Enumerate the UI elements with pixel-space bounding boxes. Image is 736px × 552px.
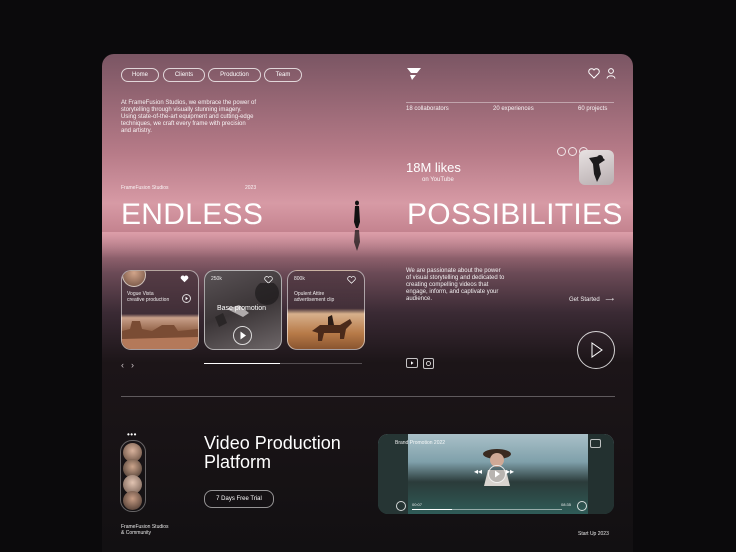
horizon-glow xyxy=(102,232,633,258)
heart-icon[interactable] xyxy=(588,68,600,79)
community-label: FrameFusion Studios & Community xyxy=(121,524,169,536)
video-card[interactable]: Vogue Vista creative production xyxy=(121,270,199,350)
community-avatars[interactable] xyxy=(120,440,146,512)
likes-count: 18M likes xyxy=(406,160,461,175)
footer-startup: Start Up 2023 xyxy=(578,531,609,537)
video-progress-fill xyxy=(412,509,452,510)
intro-text: At FrameFusion Studios, we embrace the p… xyxy=(121,100,257,134)
carousel-progress xyxy=(204,363,280,364)
hero-right-word: POSSIBILITIES xyxy=(407,198,623,231)
hero-left-word: ENDLESS xyxy=(121,198,264,231)
studio-name: FrameFusion Studios xyxy=(121,185,169,191)
sound-icon[interactable] xyxy=(396,501,406,511)
stat-experiences: 20 experiences xyxy=(493,106,534,112)
youtube-icon[interactable] xyxy=(406,358,418,368)
carousel-prev-icon[interactable]: ‹ xyxy=(121,360,124,370)
settings-icon[interactable] xyxy=(577,501,587,511)
carousel-next-icon[interactable]: › xyxy=(131,360,134,370)
video-card[interactable]: 250k Base promotion xyxy=(204,270,282,350)
stat-projects: 60 projects xyxy=(578,106,608,112)
play-button[interactable] xyxy=(233,326,252,345)
nav-clients[interactable]: Clients xyxy=(163,68,205,82)
get-started-link[interactable]: Get Started ⟶ xyxy=(569,297,614,304)
heart-icon[interactable] xyxy=(180,275,189,283)
card-count: 250k xyxy=(211,276,222,282)
play-button[interactable] xyxy=(577,331,615,369)
video-label: Brand Promotion 2022 xyxy=(395,440,446,446)
horse-rider-image xyxy=(312,315,352,341)
avatar xyxy=(122,271,146,287)
nav-team[interactable]: Team xyxy=(264,68,302,82)
play-icon[interactable] xyxy=(182,294,191,303)
card-title: Opulent Attire advertisement clip xyxy=(294,291,335,303)
platform-title: Video Production Platform xyxy=(204,434,341,472)
arrow-right-icon: ⟶ xyxy=(605,297,614,303)
more-dots-icon[interactable]: ••• xyxy=(127,430,137,439)
heart-icon[interactable] xyxy=(347,276,356,284)
avatar xyxy=(123,491,142,510)
video-player[interactable]: Brand Promotion 2022 ◂◂ ▸▸ 00:07 08:35 xyxy=(378,434,614,514)
stats-divider xyxy=(406,102,614,103)
instagram-icon[interactable] xyxy=(423,358,434,369)
forward-icon[interactable]: ▸▸ xyxy=(506,467,514,476)
dancer-thumbnail[interactable] xyxy=(579,150,614,185)
platform-title-line1: Video Production xyxy=(204,433,341,453)
platform-title-line2: Platform xyxy=(204,452,272,472)
user-icon[interactable] xyxy=(606,68,616,79)
desert-mesa-image xyxy=(122,321,198,349)
fullscreen-icon[interactable] xyxy=(590,439,601,448)
walking-figure-silhouette xyxy=(352,200,362,252)
control-dot-icon[interactable] xyxy=(557,147,566,156)
control-dot-icon[interactable] xyxy=(568,147,577,156)
brand-logo-icon[interactable] xyxy=(406,67,422,81)
time-end: 08:35 xyxy=(561,502,572,507)
nav-home[interactable]: Home xyxy=(121,68,159,82)
section-divider xyxy=(121,396,615,397)
rewind-icon[interactable]: ◂◂ xyxy=(474,467,482,476)
free-trial-button[interactable]: 7 Days Free Trial xyxy=(204,490,274,508)
about-text: We are passionate about the power of vis… xyxy=(406,268,505,302)
get-started-label: Get Started xyxy=(569,297,600,303)
card-count: 800k xyxy=(294,276,305,282)
play-button[interactable] xyxy=(488,465,506,483)
video-card[interactable]: 800k Opulent Attire advertisement clip xyxy=(287,270,365,350)
nav-production[interactable]: Production xyxy=(208,68,261,82)
card-title: Base promotion xyxy=(217,305,267,312)
main-panel: Home Clients Production Team At FrameFus… xyxy=(102,54,633,552)
likes-source: on YouTube xyxy=(422,177,454,183)
studio-year: 2023 xyxy=(245,185,257,191)
card-title: Vogue Vista creative production xyxy=(127,291,170,303)
time-start: 00:07 xyxy=(412,502,423,507)
stat-collaborators: 18 collaborators xyxy=(406,106,449,112)
